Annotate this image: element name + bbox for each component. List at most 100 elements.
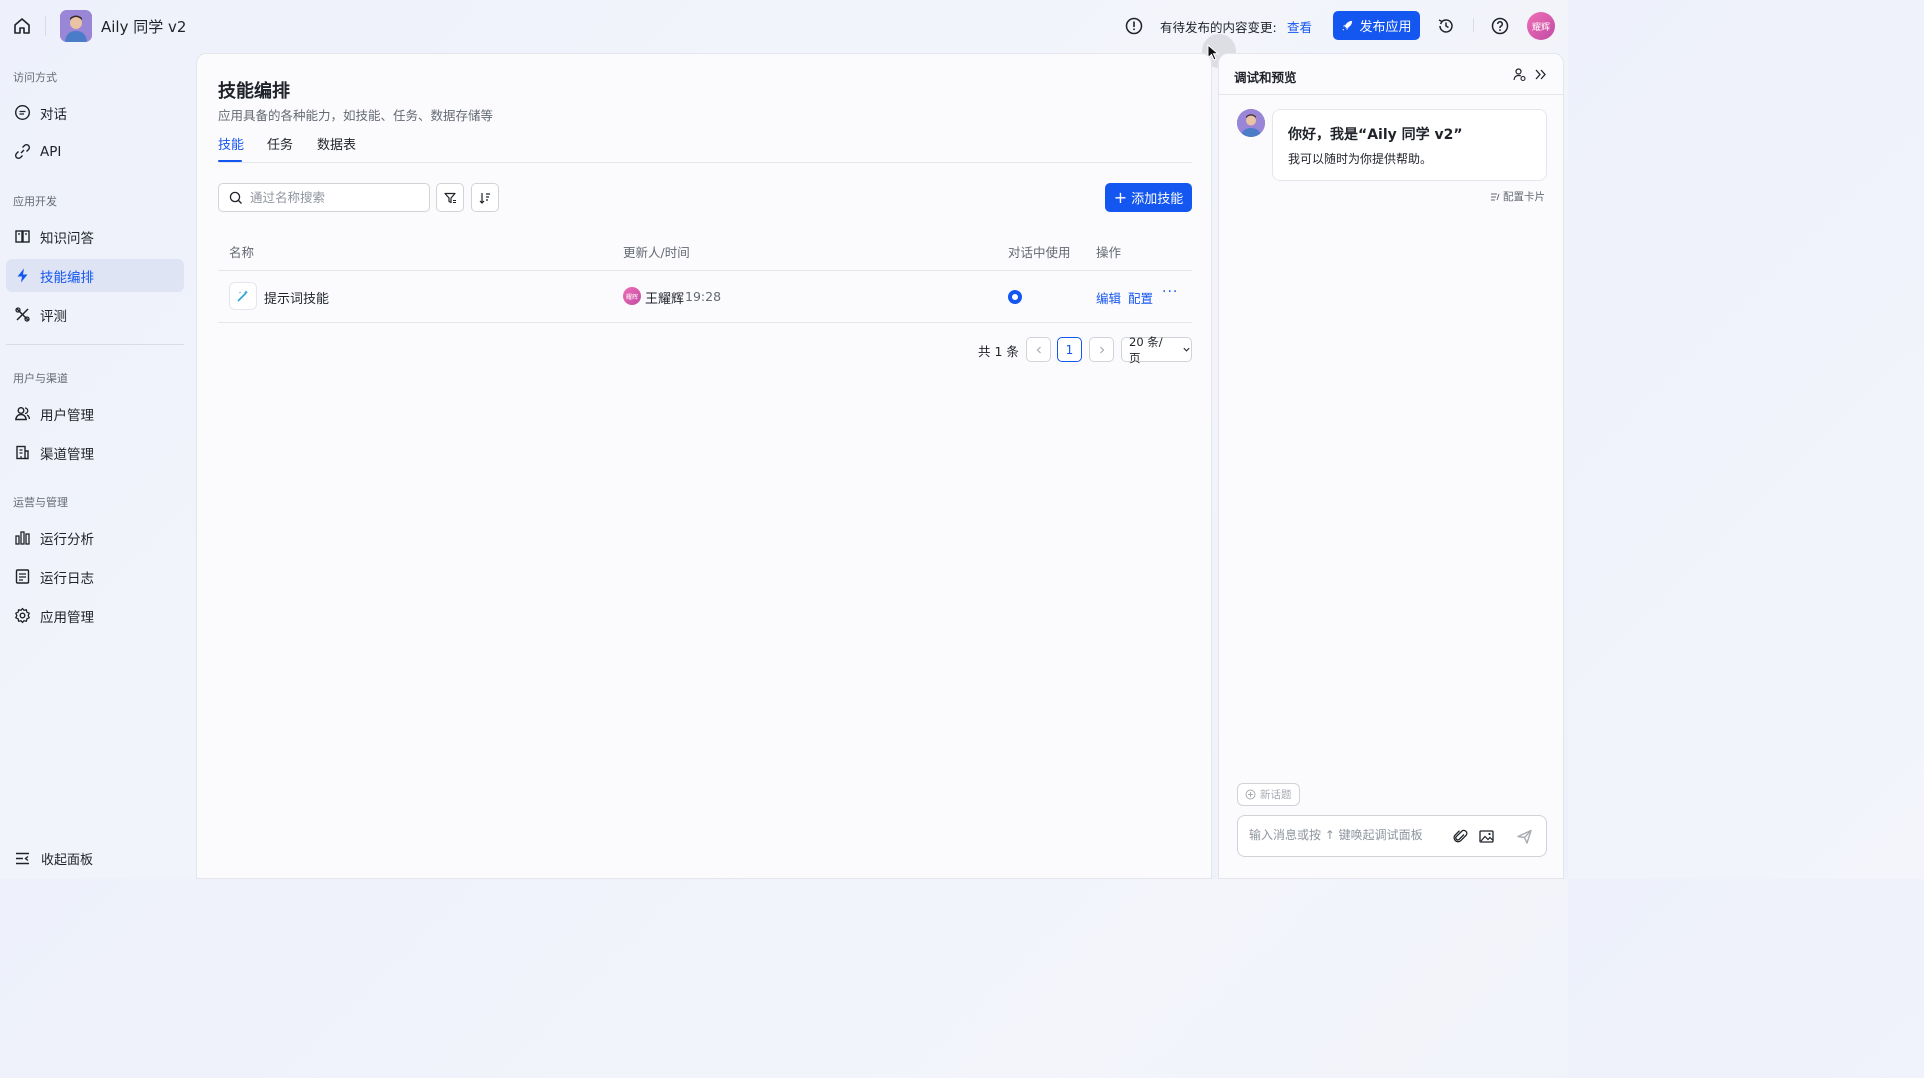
sidebar-item-api[interactable]: API (6, 135, 184, 168)
history-icon[interactable] (1436, 16, 1456, 36)
search-input[interactable] (250, 190, 420, 205)
main-panel: 技能编排 应用具备的各种能力，如技能、任务、数据存储等 技能 任务 数据表 + … (196, 53, 1212, 879)
section-users: 用户与渠道 (13, 372, 68, 385)
collapse-icon (14, 850, 31, 867)
column-header-name: 名称 (229, 245, 255, 260)
app-avatar[interactable] (60, 10, 92, 42)
collapse-right-icon[interactable] (1533, 67, 1548, 82)
sidebar-item-channel-management[interactable]: 渠道管理 (6, 436, 184, 469)
sidebar-item-skills[interactable]: 技能编排 (6, 259, 184, 292)
chat-icon (14, 104, 31, 121)
publish-label: 发布应用 (1359, 20, 1412, 35)
gear-icon (14, 607, 31, 624)
building-icon (14, 444, 31, 461)
link-icon (14, 143, 31, 160)
page-size-value: 20 条/页 (1129, 334, 1163, 365)
table-row[interactable]: 提示词技能 耀辉 王耀辉 19:28 编辑 配置 ··· (218, 271, 1192, 323)
new-topic-button[interactable]: 新话题 (1237, 783, 1300, 806)
top-bar: Aily 同学 v2 有待发布的内容变更: 查看 发布应用 耀辉 (0, 0, 1568, 52)
page-size-select[interactable]: 20 条/页 (1121, 335, 1192, 365)
attachment-icon[interactable] (1452, 828, 1469, 845)
bot-avatar (1237, 109, 1265, 137)
sidebar-item-analytics[interactable]: 运行分析 (6, 521, 184, 554)
sidebar-item-label: 用户管理 (40, 407, 94, 424)
sidebar-item-chat[interactable]: 对话 (6, 96, 184, 129)
image-icon[interactable] (1478, 828, 1495, 845)
page-button-current[interactable]: 1 (1057, 337, 1082, 362)
plus-circle-icon (1245, 789, 1256, 800)
add-skill-button[interactable]: + 添加技能 (1105, 183, 1192, 212)
greeting-text: 我可以随时为你提供帮助。 (1288, 152, 1433, 166)
chevron-right-icon (1097, 345, 1107, 355)
sidebar-item-label: 知识问答 (40, 230, 94, 247)
user-avatar[interactable]: 耀辉 (1527, 12, 1555, 40)
chevron-down-icon (1182, 345, 1191, 354)
use-in-chat-radio[interactable] (1008, 290, 1022, 304)
sidebar-item-label: 运行分析 (40, 531, 94, 548)
skill-name[interactable]: 提示词技能 (264, 288, 329, 307)
edit-link[interactable]: 编辑 (1096, 288, 1121, 307)
list-icon (1490, 192, 1500, 202)
search-box (218, 183, 430, 212)
book-icon (14, 228, 31, 245)
sidebar-item-label: 对话 (40, 106, 67, 123)
sidebar-item-knowledge-qa[interactable]: 知识问答 (6, 220, 184, 253)
sidebar-item-label: 运行日志 (40, 570, 94, 587)
log-icon (14, 568, 31, 585)
magic-wand-icon (229, 282, 257, 310)
tab-bar: 技能 任务 数据表 (218, 134, 1192, 163)
sidebar-item-label: 渠道管理 (40, 446, 94, 463)
info-icon (1124, 16, 1144, 36)
sidebar: 访问方式 对话 API 应用开发 知识问答 技能编排 评测 用户与渠道 用户管理… (0, 52, 196, 879)
sidebar-item-user-management[interactable]: 用户管理 (6, 397, 184, 430)
page-subtitle: 应用具备的各种能力，如技能、任务、数据存储等 (218, 108, 494, 123)
message-input[interactable] (1249, 828, 1449, 842)
sidebar-item-label: API (40, 143, 62, 160)
sidebar-item-evaluate[interactable]: 评测 (6, 298, 184, 331)
divider (1219, 94, 1563, 95)
tab-tasks[interactable]: 任务 (267, 134, 293, 153)
send-icon[interactable] (1516, 828, 1533, 845)
user-settings-icon[interactable] (1512, 67, 1527, 82)
updated-time: 19:28 (685, 289, 722, 304)
sidebar-item-label: 应用管理 (40, 609, 94, 626)
next-page-button[interactable] (1089, 337, 1114, 362)
publish-app-button[interactable]: 发布应用 (1333, 11, 1420, 40)
divider (1473, 18, 1474, 32)
bolt-icon (14, 267, 31, 284)
debug-preview-panel: 调试和预览 你好，我是“Aily 同学 v2” 我可以随时为你提供帮助。 配置卡… (1218, 53, 1564, 879)
configure-link[interactable]: 配置 (1128, 288, 1153, 307)
users-icon (14, 405, 31, 422)
filter-button[interactable] (436, 183, 464, 212)
tab-label: 技能 (218, 138, 245, 153)
sort-icon (478, 191, 492, 205)
sidebar-item-logs[interactable]: 运行日志 (6, 560, 184, 593)
view-changes-link[interactable]: 查看 (1287, 17, 1312, 36)
plus-icon: + (1113, 187, 1128, 207)
config-card-label: 配置卡片 (1503, 191, 1545, 203)
prev-page-button[interactable] (1026, 337, 1051, 362)
column-header-updated: 更新人/时间 (623, 245, 690, 260)
section-dev: 应用开发 (13, 195, 57, 208)
sidebar-item-app-management[interactable]: 应用管理 (6, 599, 184, 632)
help-icon[interactable] (1490, 16, 1510, 36)
section-access: 访问方式 (13, 71, 57, 84)
panel-title: 调试和预览 (1234, 70, 1297, 85)
home-icon[interactable] (12, 16, 32, 36)
greeting-title: 你好，我是“Aily 同学 v2” (1288, 127, 1463, 143)
filter-icon (443, 191, 457, 205)
column-header-in-chat: 对话中使用 (1008, 245, 1071, 260)
app-name[interactable]: Aily 同学 v2 (101, 16, 186, 37)
rocket-icon (1341, 19, 1354, 32)
search-icon (229, 191, 243, 205)
page-title: 技能编排 (218, 81, 290, 102)
config-card-button[interactable]: 配置卡片 (1490, 189, 1545, 204)
collapse-panel-button[interactable]: 收起面板 (14, 849, 93, 868)
evaluate-icon (14, 306, 31, 323)
add-skill-label: 添加技能 (1131, 192, 1184, 207)
sidebar-item-label: 评测 (40, 308, 67, 325)
sort-button[interactable] (471, 183, 499, 212)
more-actions-button[interactable]: ··· (1162, 284, 1178, 300)
tab-skills[interactable]: 技能 (218, 134, 245, 162)
tab-data-tables[interactable]: 数据表 (317, 134, 356, 153)
